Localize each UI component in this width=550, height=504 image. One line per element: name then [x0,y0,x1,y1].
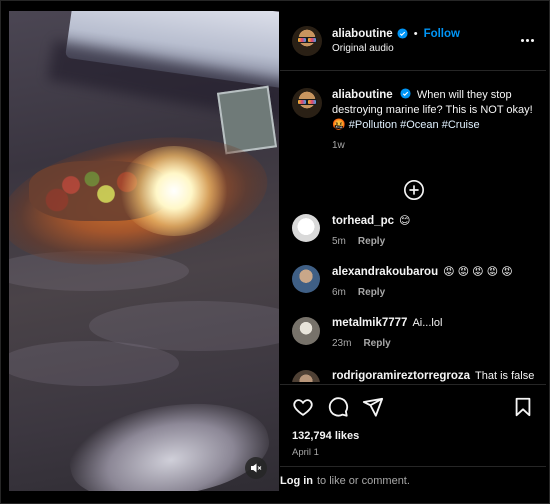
post-modal: aliaboutine • Follow Original audio alia… [0,0,550,504]
comment-text: 😊 [399,215,411,227]
avatar[interactable] [292,88,322,118]
comments-list[interactable]: aliaboutine When will they stop destroyi… [280,72,546,382]
login-suffix: to like or comment. [317,475,410,487]
avatar[interactable] [292,317,320,345]
more-options-icon[interactable] [521,39,534,42]
heart-icon[interactable] [292,396,314,418]
comment-time: 6m [332,287,346,298]
comment-username[interactable]: alexandrakoubarou [332,266,438,278]
likes-count[interactable]: 132,794 likes [292,430,359,442]
reply-button[interactable]: Reply [358,287,385,298]
comment-icon[interactable] [327,396,349,418]
comment-text: 😡 😡 😡 😡 😡 [443,266,513,278]
caption-time: 1w [332,140,345,151]
wake-foam [61,386,277,491]
login-prompt: Log in to like or comment. [280,466,546,495]
light-glow [119,146,229,236]
comment-username[interactable]: metalmik7777 [332,317,407,329]
author-username[interactable]: aliaboutine [332,28,393,40]
avatar[interactable] [292,370,320,382]
comment-item: torhead_pc 😊 5m Reply [292,214,542,247]
audio-label[interactable]: Original audio [332,43,460,54]
login-link[interactable]: Log in [280,475,313,487]
caption-hashtags[interactable]: #Pollution #Ocean #Cruise [349,119,480,131]
comment-text: Ai...lol [412,317,443,329]
reply-button[interactable]: Reply [363,338,390,349]
comment-item: metalmik7777 Ai...lol 23m Reply [292,317,542,349]
post-video[interactable] [9,11,279,491]
caption-username[interactable]: aliaboutine [332,89,393,101]
reply-button[interactable]: Reply [358,236,385,247]
plus-circle-icon[interactable] [403,179,425,201]
comment-time: 23m [332,338,352,349]
separator-dot: • [413,27,418,40]
post-side-panel: aliaboutine • Follow Original audio alia… [280,11,546,495]
avatar[interactable] [292,214,320,242]
caption: aliaboutine When will they stop destroyi… [292,88,540,153]
post-date[interactable]: April 1 [292,447,319,458]
follow-button[interactable]: Follow [424,28,460,40]
share-icon[interactable] [362,396,384,418]
verified-badge-icon [400,88,411,99]
post-header: aliaboutine • Follow Original audio [280,11,546,71]
comment-username[interactable]: rodrigoramireztorregroza [332,370,470,382]
comment-text: That is false [475,370,535,382]
verified-badge-icon [397,28,408,39]
comment-username[interactable]: torhead_pc [332,215,394,227]
avatar[interactable] [292,25,322,56]
avatar[interactable] [292,265,320,293]
comment-time: 5m [332,236,346,247]
comment-item: rodrigoramireztorregroza That is false [292,370,542,382]
muted-speaker-icon[interactable] [245,457,267,479]
bookmark-icon[interactable] [512,396,534,418]
comment-item: alexandrakoubarou 😡 😡 😡 😡 😡 6m Reply [292,265,542,298]
post-actions: 132,794 likes April 1 [280,384,546,464]
